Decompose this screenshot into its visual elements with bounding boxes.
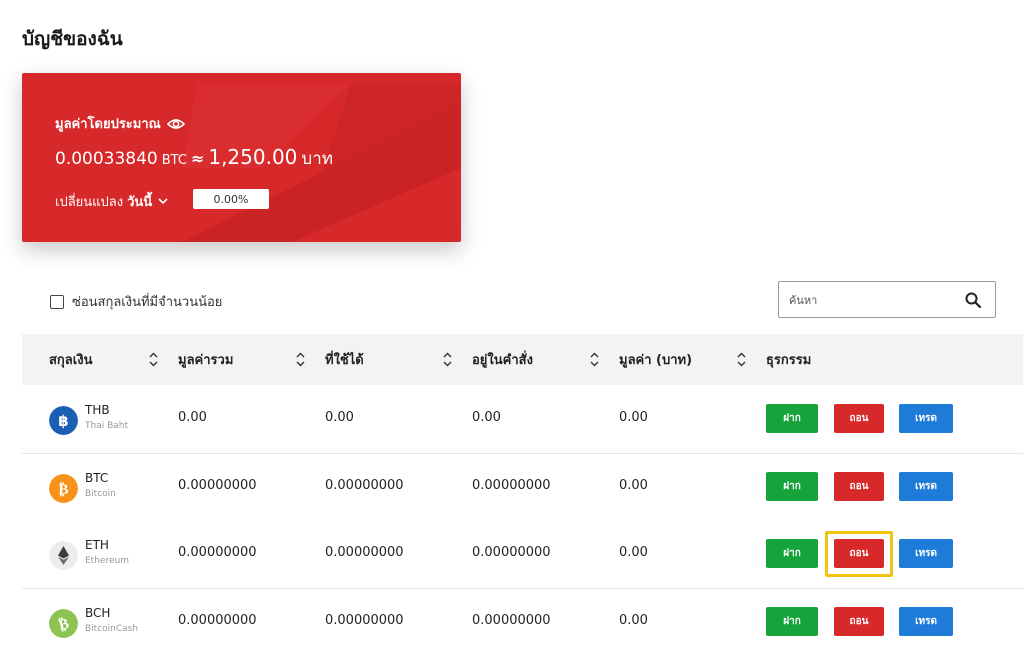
baht-value: 0.00 <box>619 478 648 493</box>
deposit-button[interactable]: ฝาก <box>766 472 818 501</box>
withdraw-button[interactable]: ถอน <box>834 472 884 501</box>
approx-sign: ≈ <box>190 149 205 168</box>
in-order-value: 0.00000000 <box>472 613 551 628</box>
coin-symbol: BTC <box>85 471 109 485</box>
estimated-value: 0.00033840 BTC ≈ 1,250.00 บาท <box>55 145 333 172</box>
sort-icon[interactable] <box>149 352 158 367</box>
search-input[interactable] <box>789 290 959 310</box>
coin-name: Ethereum <box>85 556 129 566</box>
chevron-down-icon <box>158 198 168 205</box>
page-title: บัญชีของฉัน <box>22 28 123 50</box>
change-percent-badge: 0.00% <box>193 189 269 209</box>
in-order-value: 0.00000000 <box>472 478 551 493</box>
baht-unit: บาท <box>301 149 333 169</box>
change-period-selector[interactable]: เปลี่ยนแปลง วันนี้ <box>55 191 168 212</box>
coin-symbol: ETH <box>85 538 109 552</box>
coin-symbol: THB <box>85 403 110 417</box>
trade-button[interactable]: เทรด <box>899 472 953 501</box>
btc-value: 0.00033840 <box>55 149 158 169</box>
table-row: ETH Ethereum 0.00000000 0.00000000 0.000… <box>22 521 1023 589</box>
eye-icon[interactable] <box>166 118 185 130</box>
coin-name: BitcoinCash <box>85 624 139 634</box>
eth-coin-icon <box>49 541 78 570</box>
withdraw-button[interactable]: ถอน <box>834 404 884 433</box>
sort-icon[interactable] <box>296 352 305 367</box>
available-value: 0.00000000 <box>325 613 404 628</box>
deposit-button[interactable]: ฝาก <box>766 539 818 568</box>
baht-value: 0.00 <box>619 545 648 560</box>
table-row: ₿ BCH BitcoinCash 0.00000000 0.00000000 … <box>22 589 1023 648</box>
table-header: สกุลเงิน มูลค่ารวม ที่ใช้ได้ อยู่ในคำสั่… <box>22 334 1023 385</box>
bch-coin-icon: ₿ <box>49 609 78 638</box>
header-total[interactable]: มูลค่ารวม <box>178 334 233 385</box>
sort-icon[interactable] <box>443 352 452 367</box>
trade-button[interactable]: เทรด <box>899 404 953 433</box>
trade-button[interactable]: เทรด <box>899 607 953 636</box>
header-available[interactable]: ที่ใช้ได้ <box>325 334 364 385</box>
withdraw-button[interactable]: ถอน <box>834 607 884 636</box>
svg-text:฿: ฿ <box>58 412 68 430</box>
deposit-button[interactable]: ฝาก <box>766 404 818 433</box>
available-value: 0.00000000 <box>325 478 404 493</box>
header-value-baht[interactable]: มูลค่า (บาท) <box>619 334 692 385</box>
hide-small-label: ซ่อนสกุลเงินที่มีจำนวนน้อย <box>72 295 223 310</box>
estimated-value-label: มูลค่าโดยประมาณ <box>55 113 185 134</box>
in-order-value: 0.00 <box>472 410 501 425</box>
hide-small-balance-toggle[interactable]: ซ่อนสกุลเงินที่มีจำนวนน้อย <box>50 291 222 312</box>
header-in-order[interactable]: อยู่ในคำสั่ง <box>472 334 533 385</box>
in-order-value: 0.00000000 <box>472 545 551 560</box>
header-currency[interactable]: สกุลเงิน <box>49 334 92 385</box>
svg-text:₿: ₿ <box>58 480 68 498</box>
search-box[interactable] <box>778 281 996 318</box>
search-icon[interactable] <box>965 292 981 308</box>
total-value: 0.00000000 <box>178 478 257 493</box>
sort-icon[interactable] <box>590 352 599 367</box>
period-value: วันนี้ <box>127 195 153 210</box>
hide-small-checkbox[interactable] <box>50 294 64 309</box>
total-value: 0.00 <box>178 410 207 425</box>
available-value: 0.00000000 <box>325 545 404 560</box>
total-value: 0.00000000 <box>178 545 257 560</box>
coin-name: Thai Baht <box>85 421 129 431</box>
coin-name: Bitcoin <box>85 489 116 499</box>
available-value: 0.00 <box>325 410 354 425</box>
table-row: ₿ BTC Bitcoin 0.00000000 0.00000000 0.00… <box>22 454 1023 522</box>
baht-value: 1,250.00 <box>208 145 298 169</box>
portfolio-summary-card: มูลค่าโดยประมาณ 0.00033840 BTC ≈ 1,250.0… <box>22 73 461 242</box>
sort-icon[interactable] <box>737 352 746 367</box>
estimated-value-text: มูลค่าโดยประมาณ <box>55 117 161 132</box>
total-value: 0.00000000 <box>178 613 257 628</box>
header-transactions: ธุรกรรม <box>766 353 812 368</box>
change-label: เปลี่ยนแปลง <box>55 195 124 210</box>
baht-value: 0.00 <box>619 410 648 425</box>
coin-symbol: BCH <box>85 606 111 620</box>
baht-value: 0.00 <box>619 613 648 628</box>
withdraw-button[interactable]: ถอน <box>834 539 884 568</box>
trade-button[interactable]: เทรด <box>899 539 953 568</box>
table-row: ฿ THB Thai Baht 0.00 0.00 0.00 0.00 ฝาก … <box>22 386 1023 454</box>
btc-unit: BTC <box>161 153 187 168</box>
deposit-button[interactable]: ฝาก <box>766 607 818 636</box>
thb-coin-icon: ฿ <box>49 406 78 435</box>
btc-coin-icon: ₿ <box>49 474 78 503</box>
